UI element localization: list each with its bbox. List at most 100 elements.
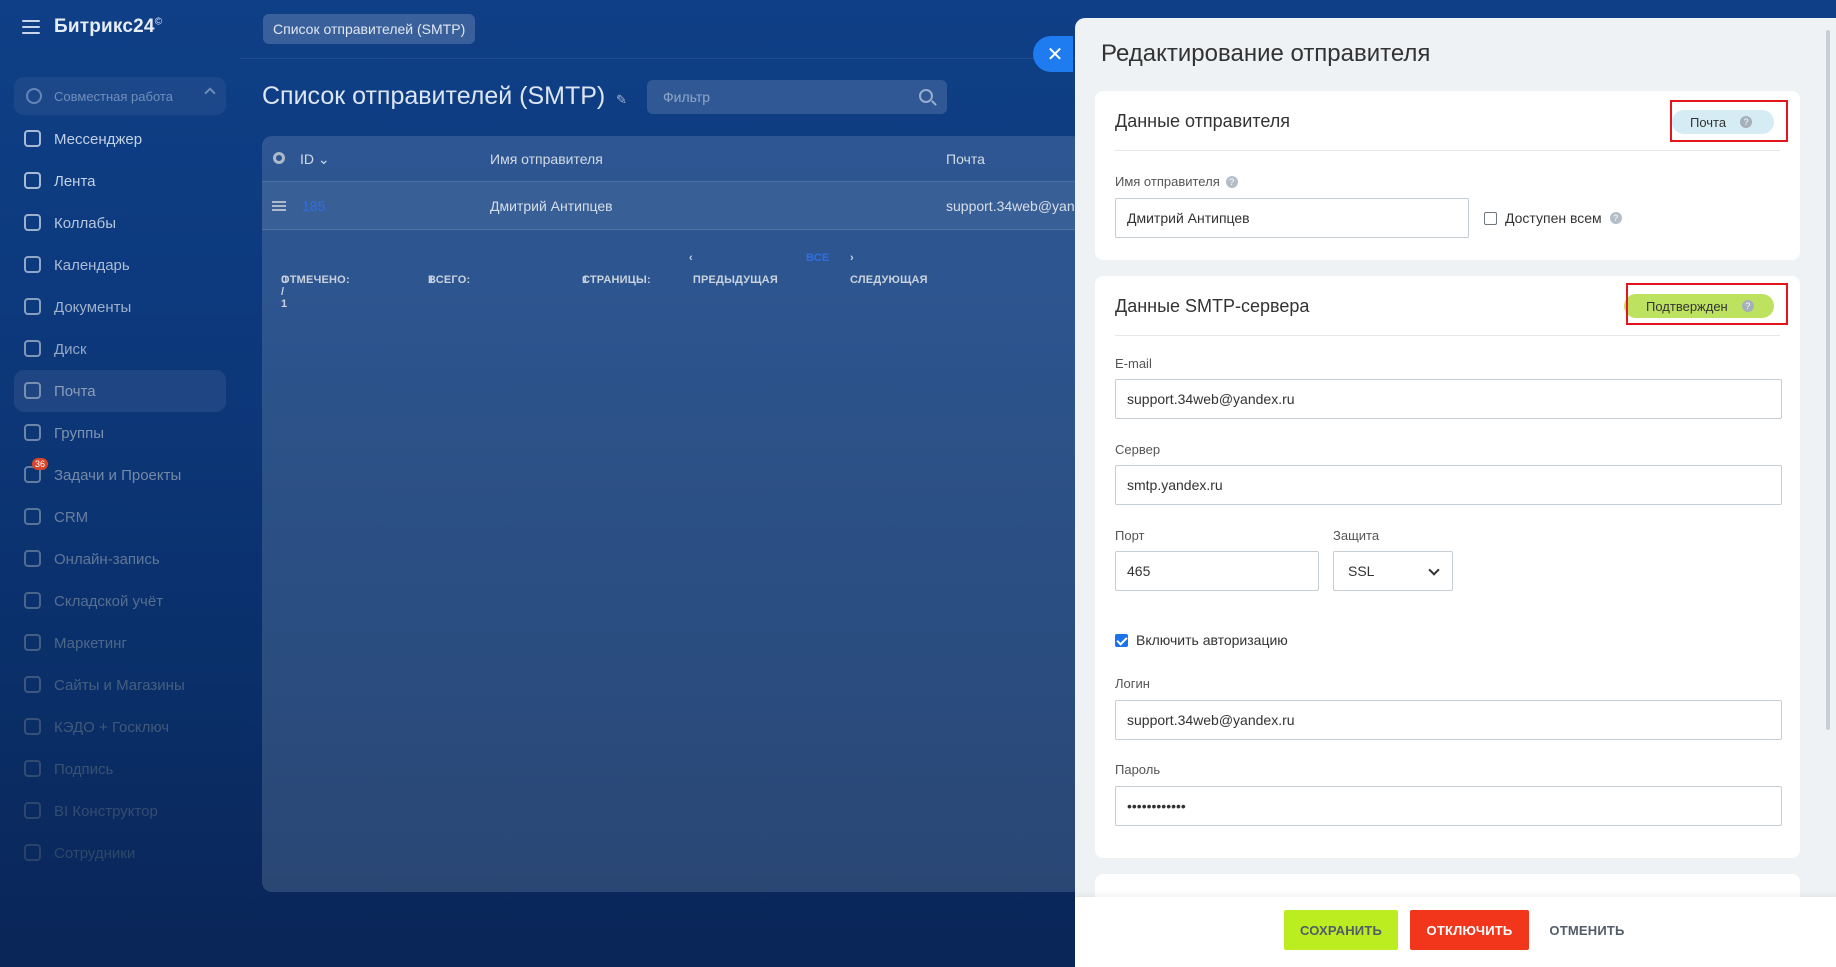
tab-label: Список отправителей (SMTP): [273, 21, 466, 37]
filter-input[interactable]: Фильтр: [647, 80, 947, 114]
sidebar-item[interactable]: КЭДО + Госключ: [14, 706, 226, 748]
save-button[interactable]: СОХРАНИТЬ: [1284, 910, 1398, 950]
email-label: E-mail: [1115, 356, 1152, 371]
column-id[interactable]: ID ⌄: [300, 151, 330, 168]
sender-data-card: Данные отправителя Почта? Имя отправител…: [1095, 91, 1800, 260]
sender-card-title: Данные отправителя: [1115, 111, 1290, 131]
sidebar-item-icon: [24, 676, 41, 693]
column-name[interactable]: Имя отправителя: [490, 151, 603, 167]
sidebar-item-label: Группы: [54, 424, 104, 442]
row-mail: support.34web@yan: [946, 198, 1075, 214]
sidebar-item[interactable]: Маркетинг: [14, 622, 226, 664]
sidebar-item-label: Онлайн-запись: [54, 550, 160, 568]
server-label: Сервер: [1115, 442, 1161, 457]
sidebar-item-icon: [24, 130, 41, 147]
sidebar-item[interactable]: Лента: [14, 160, 226, 202]
sidebar-item[interactable]: Онлайн-запись: [14, 538, 226, 580]
collaboration-icon: [26, 88, 42, 104]
grid-footer: ОТМЕЧЕНО: 0 / 1 ВСЕГО: 1 СТРАНИЦЫ: 1 ‹ П…: [281, 252, 928, 310]
help-icon[interactable]: ?: [1225, 176, 1238, 188]
server-field[interactable]: smtp.yandex.ru: [1115, 465, 1782, 505]
sidebar-item-label: Маркетинг: [54, 634, 127, 652]
sidebar-item-icon: [24, 844, 41, 861]
sidebar-item-label: Коллабы: [54, 214, 116, 232]
pin-icon[interactable]: ✎: [616, 92, 627, 107]
close-panel-button[interactable]: ✕: [1033, 36, 1073, 72]
port-field[interactable]: 465: [1115, 551, 1319, 591]
email-field[interactable]: support.34web@yandex.ru: [1115, 379, 1782, 419]
cancel-button[interactable]: ОТМЕНИТЬ: [1542, 910, 1632, 950]
sidebar-item[interactable]: Почта: [14, 370, 226, 412]
auth-checkbox[interactable]: Включить авторизацию: [1115, 632, 1288, 648]
help-icon[interactable]: ?: [1609, 212, 1622, 224]
sidebar-item[interactable]: Сайты и Магазины: [14, 664, 226, 706]
sidebar-item[interactable]: Мессенджер: [14, 118, 226, 160]
all-pages-link[interactable]: ВСЕ: [806, 252, 829, 264]
sidebar-item[interactable]: Группы: [14, 412, 226, 454]
sidebar-item-label: Мессенджер: [54, 130, 143, 148]
sidebar-item[interactable]: Подпись: [14, 748, 226, 790]
sidebar-item-label: Диск: [54, 340, 87, 358]
sidebar-item-icon: [24, 760, 41, 777]
menu-icon[interactable]: [22, 20, 40, 34]
sidebar-item[interactable]: CRM: [14, 496, 226, 538]
page-title: Список отправителей (SMTP): [262, 82, 606, 110]
sidebar-item-icon: [24, 550, 41, 567]
sidebar-item-label: Календарь: [54, 256, 130, 274]
sidebar-item[interactable]: BI Конструктор: [14, 790, 226, 832]
sidebar-item[interactable]: 36 Задачи и Проекты: [14, 454, 226, 496]
search-icon[interactable]: [919, 89, 933, 103]
checkbox-checked-icon[interactable]: [1115, 633, 1128, 647]
sidebar-item-icon: [24, 382, 41, 399]
sidebar-item-label: Лента: [54, 172, 96, 190]
sidebar-item[interactable]: Коллабы: [14, 202, 226, 244]
edit-sender-panel: Редактирование отправителя Данные отправ…: [1075, 18, 1836, 967]
column-mail[interactable]: Почта: [946, 151, 985, 167]
sidebar-group-label: Совместная работа: [54, 88, 173, 104]
app-logo[interactable]: Битрикс24©: [54, 16, 162, 38]
row-name: Дмитрий Антипцев: [490, 198, 613, 214]
sidebar-item-label: Сайты и Магазины: [54, 676, 185, 694]
sidebar-item-label: BI Конструктор: [54, 802, 158, 820]
sidebar-group-collaboration[interactable]: Совместная работа: [14, 77, 226, 115]
sidebar-item-label: Почта: [54, 382, 96, 400]
sender-name-field[interactable]: Дмитрий Антипцев: [1115, 198, 1469, 238]
sidebar-item-icon: [24, 214, 41, 231]
smtp-card-title: Данные SMTP-сервера: [1115, 296, 1310, 316]
next-page-link[interactable]: СЛЕДУЮЩАЯ ›: [850, 252, 928, 286]
divider: [240, 58, 1080, 59]
login-field[interactable]: support.34web@yandex.ru: [1115, 700, 1782, 740]
left-sidebar: Битрикс24© Совместная работа Мессенджер Л…: [0, 0, 240, 967]
divider: [1115, 335, 1780, 336]
row-id-link[interactable]: 185: [302, 198, 325, 214]
sidebar-item-label: Складской учёт: [54, 592, 164, 610]
sidebar-item[interactable]: Диск: [14, 328, 226, 370]
sidebar-item-label: CRM: [54, 508, 89, 526]
auth-label: Включить авторизацию: [1136, 632, 1288, 648]
security-label: Защита: [1333, 528, 1380, 543]
password-field[interactable]: ••••••••••••: [1115, 786, 1782, 826]
sidebar-item-icon: [24, 172, 41, 189]
disable-button[interactable]: ОТКЛЮЧИТЬ: [1410, 910, 1529, 950]
sidebar-item[interactable]: Календарь: [14, 244, 226, 286]
sidebar-item[interactable]: Складской учёт: [14, 580, 226, 622]
prev-page-link[interactable]: ‹ ПРЕДЫДУЩАЯ: [689, 252, 778, 286]
security-select[interactable]: SSL: [1333, 551, 1453, 591]
senders-grid: ID ⌄ Имя отправителя Почта 185 Дмитрий А…: [262, 136, 1082, 892]
row-menu-icon[interactable]: [272, 201, 286, 211]
table-row[interactable]: 185 Дмитрий Антипцев support.34web@yan: [262, 182, 1082, 230]
checkbox-icon[interactable]: [1484, 211, 1497, 225]
panel-footer: СОХРАНИТЬ ОТКЛЮЧИТЬ ОТМЕНИТЬ: [1075, 897, 1836, 967]
sidebar-item[interactable]: Документы: [14, 286, 226, 328]
gear-icon[interactable]: [273, 152, 285, 164]
sidebar-item-icon: [24, 508, 41, 525]
tab-smtp-senders[interactable]: Список отправителей (SMTP): [263, 14, 476, 44]
public-checkbox[interactable]: Доступен всем ?: [1484, 210, 1622, 226]
grid-header: ID ⌄ Имя отправителя Почта: [262, 136, 1082, 182]
sidebar-item-icon: [24, 592, 41, 609]
sidebar-item-icon: [24, 424, 41, 441]
sidebar-item-icon: [24, 802, 41, 819]
scrollbar[interactable]: [1826, 30, 1830, 730]
sidebar-item[interactable]: Сотрудники: [14, 832, 226, 874]
chevron-down-icon: [1428, 564, 1440, 576]
